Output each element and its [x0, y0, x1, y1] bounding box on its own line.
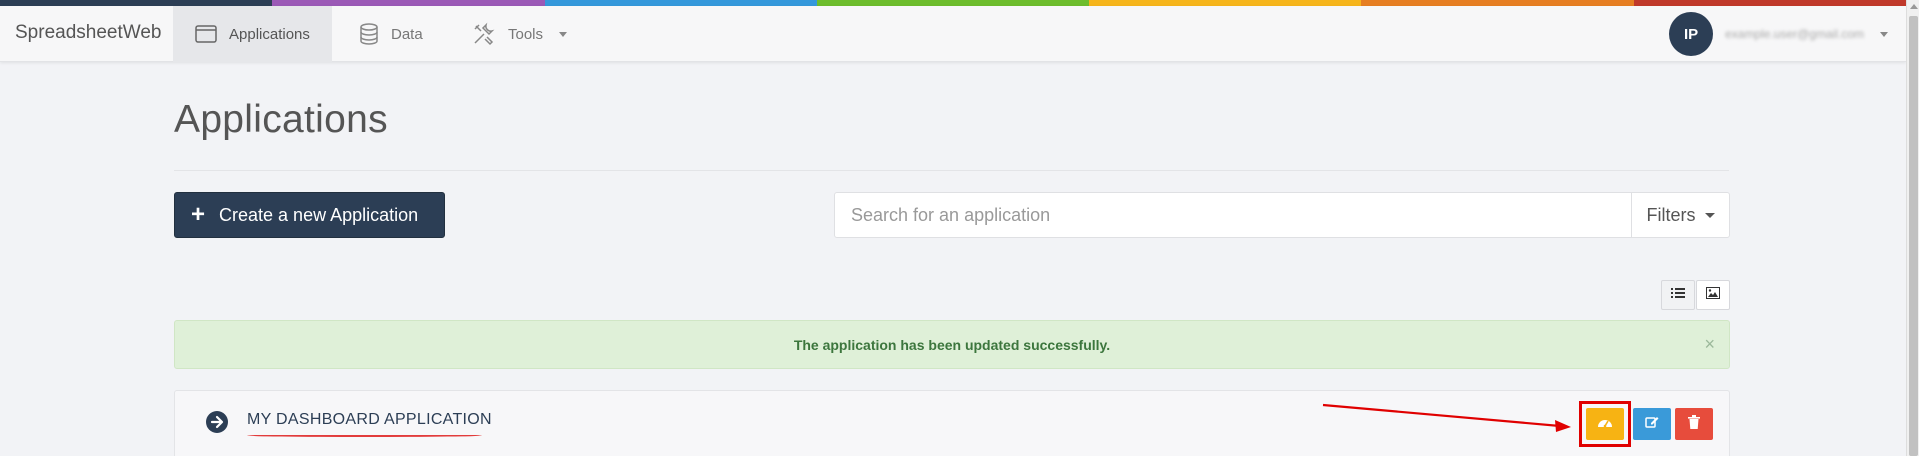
filters-label: Filters — [1646, 204, 1696, 225]
create-button-label: Create a new Application — [219, 204, 419, 225]
nav-item-label: Tools — [508, 25, 544, 43]
brand-logo[interactable]: SpreadsheetWeb — [15, 22, 161, 44]
scroll-up-icon[interactable] — [1910, 4, 1918, 9]
image-icon — [1706, 286, 1720, 304]
navbar: SpreadsheetWeb Applications Data Tools I… — [0, 6, 1906, 62]
scrollbar-thumb[interactable] — [1909, 16, 1918, 456]
page-title: Applications — [174, 98, 388, 141]
create-application-button[interactable]: + Create a new Application — [174, 192, 445, 238]
nav-item-label: Applications — [229, 25, 310, 43]
grid-view-button[interactable] — [1696, 280, 1730, 310]
dashboard-icon — [1597, 415, 1613, 433]
dashboard-button[interactable] — [1586, 408, 1624, 440]
user-menu[interactable]: IP example.user@gmail.com — [1669, 11, 1888, 57]
annotation-underline — [247, 434, 482, 437]
search-group: Filters — [834, 192, 1730, 238]
edit-icon — [1645, 415, 1659, 434]
nav-item-label: Data — [391, 25, 423, 43]
edit-button[interactable] — [1633, 408, 1671, 440]
database-icon — [359, 23, 379, 45]
window-icon — [195, 25, 217, 43]
tools-icon — [472, 22, 496, 46]
delete-button[interactable] — [1675, 408, 1713, 440]
success-alert: The application has been updated success… — [174, 320, 1730, 369]
avatar[interactable]: IP — [1669, 12, 1714, 56]
application-row[interactable]: MY DASHBOARD APPLICATION — [174, 390, 1730, 456]
nav-item-data[interactable]: Data — [337, 6, 445, 62]
page-scrollbar[interactable] — [1906, 0, 1919, 456]
plus-icon: + — [191, 201, 206, 228]
chevron-down-icon[interactable] — [1880, 31, 1888, 37]
search-input[interactable] — [835, 193, 1631, 237]
nav-item-applications[interactable]: Applications — [173, 6, 332, 62]
application-name[interactable]: MY DASHBOARD APPLICATION — [247, 411, 492, 429]
list-icon — [1671, 286, 1685, 304]
user-email[interactable]: example.user@gmail.com — [1725, 27, 1864, 41]
view-toggle — [1661, 280, 1730, 310]
arrow-right-circle-icon[interactable] — [205, 410, 229, 439]
trash-icon — [1688, 414, 1700, 434]
chevron-down-icon — [1704, 212, 1715, 218]
chevron-down-icon — [559, 31, 568, 37]
filters-button[interactable]: Filters — [1631, 193, 1729, 237]
divider — [174, 170, 1729, 171]
alert-message: The application has been updated success… — [793, 336, 1111, 353]
close-icon[interactable]: × — [1704, 334, 1715, 355]
nav-item-tools[interactable]: Tools — [450, 6, 589, 62]
list-view-button[interactable] — [1661, 280, 1695, 310]
